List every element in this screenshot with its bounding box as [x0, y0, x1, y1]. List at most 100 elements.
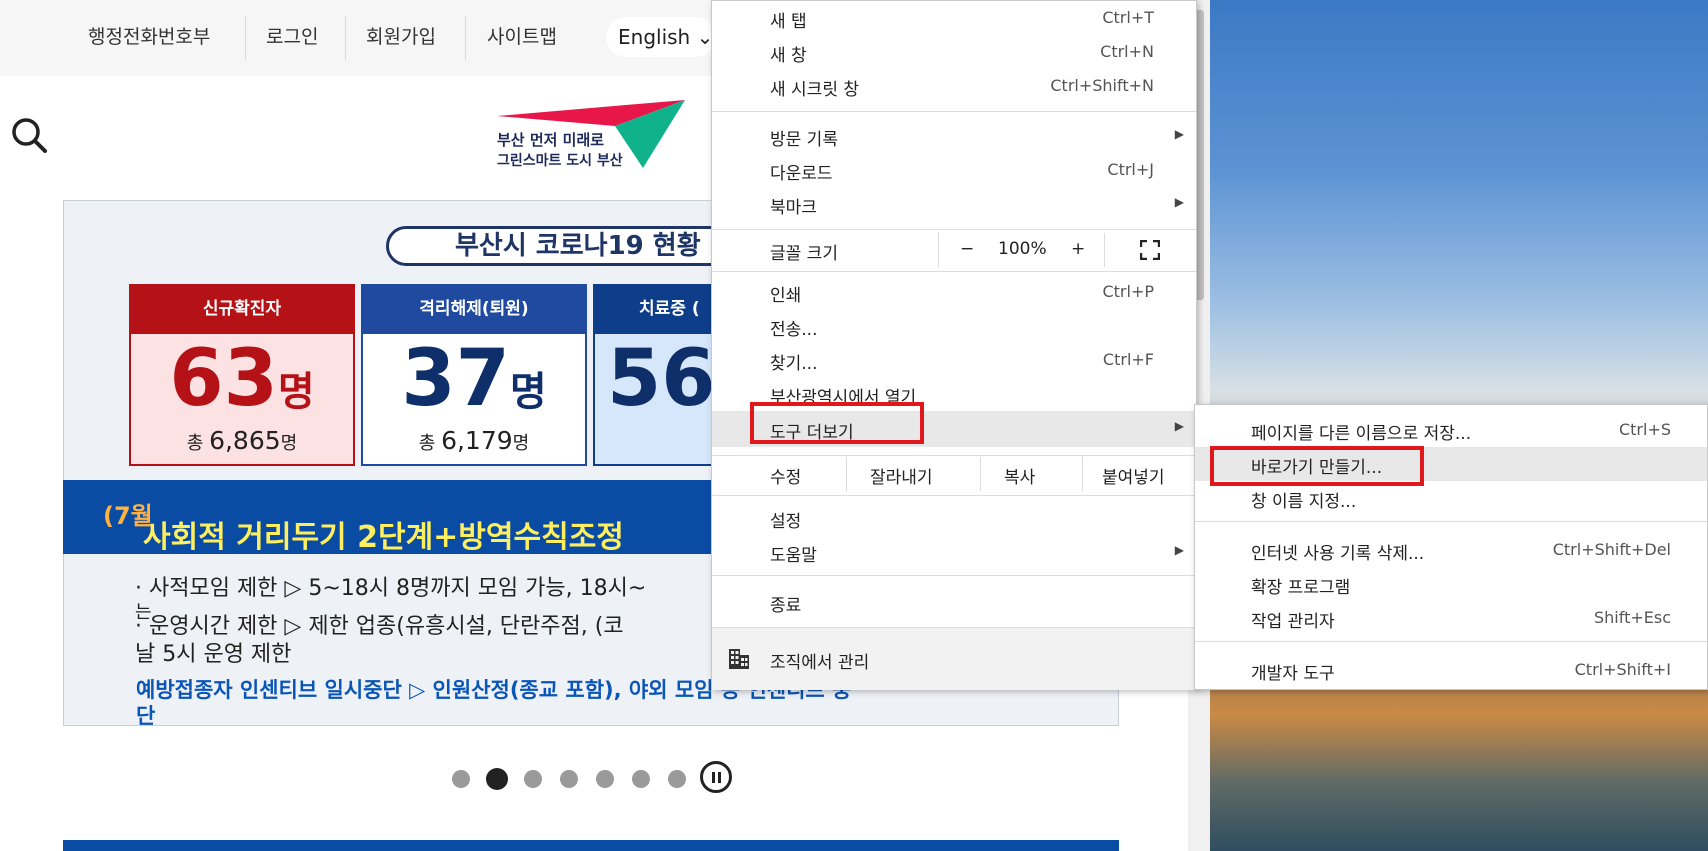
menu-label: 설정 — [770, 512, 802, 532]
menu-label: 페이지를 다른 이름으로 저장... — [1251, 424, 1472, 444]
submenu-save-as[interactable]: 페이지를 다른 이름으로 저장... Ctrl+S — [1195, 413, 1707, 447]
menu-settings[interactable]: 설정 — [712, 501, 1196, 535]
menu-label: 인쇄 — [770, 286, 802, 306]
menu-separator — [1195, 641, 1707, 642]
menu-label: 작업 관리자 — [1251, 612, 1335, 632]
menu-new-tab[interactable]: 새 탭 Ctrl+T — [712, 1, 1196, 35]
logo-slogan: 부산 먼저 미래로 — [497, 131, 605, 149]
menu-label: 개발자 도구 — [1251, 664, 1335, 684]
menu-separator — [712, 495, 1196, 496]
total-unit: 명 — [512, 433, 530, 454]
menu-exit[interactable]: 종료 — [712, 585, 1196, 619]
rule-line-2-cont: 날 5시 운영 제한 — [135, 642, 292, 667]
menu-label: 수정 — [770, 468, 802, 488]
login-link[interactable]: 로그인 — [266, 22, 318, 49]
zoom-level: 100% — [998, 239, 1047, 259]
edit-divider — [980, 457, 981, 491]
total-label: 총 — [418, 433, 436, 454]
submenu-task-manager[interactable]: 작업 관리자 Shift+Esc — [1195, 601, 1707, 635]
menu-bookmarks[interactable]: 북마크 ▶ — [712, 187, 1196, 221]
menu-history[interactable]: 방문 기록 ▶ — [712, 119, 1196, 153]
menu-label: 찾기... — [770, 354, 818, 374]
submenu-arrow-icon: ▶ — [1174, 195, 1184, 209]
menu-managed-by-org[interactable]: 조직에서 관리 — [712, 628, 1196, 690]
logo-subtitle: 그린스마트 도시 부산 — [497, 153, 623, 169]
cut-button[interactable]: 잘라내기 — [870, 463, 933, 488]
menu-separator — [712, 575, 1196, 576]
menu-separator — [712, 271, 1196, 272]
menu-label: 글꼴 크기 — [770, 244, 838, 264]
in-treatment-box: 치료중 ( 560 — [593, 284, 713, 466]
phonebook-link[interactable]: 행정전화번호부 — [88, 22, 210, 49]
menu-print[interactable]: 인쇄 Ctrl+P — [712, 275, 1196, 309]
total-unit: 명 — [280, 433, 298, 454]
slide-dot-5[interactable] — [596, 770, 614, 788]
bottom-section-bar — [63, 840, 1119, 851]
released-box: 격리해제(퇴원) 37명 총 6,179명 — [361, 284, 587, 466]
rule-line-1: · 사적모임 제한 ▷ 5~18시 8명까지 모임 가능, 18시~ — [135, 576, 647, 601]
slide-dot-2-active[interactable] — [486, 768, 508, 790]
menu-help[interactable]: 도움말 ▶ — [712, 535, 1196, 569]
menu-find[interactable]: 찾기... Ctrl+F — [712, 343, 1196, 377]
box-number: 560 — [607, 334, 713, 424]
submenu-arrow-icon: ▶ — [1174, 419, 1184, 433]
submenu-developer-tools[interactable]: 개발자 도구 Ctrl+Shift+I — [1195, 653, 1707, 687]
menu-shortcut: Ctrl+J — [1107, 160, 1154, 179]
menu-new-incognito[interactable]: 새 시크릿 창 Ctrl+Shift+N — [712, 69, 1196, 103]
menu-shortcut: Ctrl+T — [1102, 8, 1154, 27]
menu-shortcut: Ctrl+Shift+N — [1050, 76, 1154, 95]
submenu-clear-browsing-data[interactable]: 인터넷 사용 기록 삭제... Ctrl+Shift+Del — [1195, 533, 1707, 567]
box-unit: 명 — [277, 369, 315, 415]
menu-label: 새 시크릿 창 — [770, 80, 860, 100]
menu-separator — [712, 229, 1196, 230]
edit-divider — [846, 457, 847, 491]
box-heading: 치료중 ( — [595, 284, 711, 334]
menu-new-window[interactable]: 새 창 Ctrl+N — [712, 35, 1196, 69]
submenu-extensions[interactable]: 확장 프로그램 — [1195, 567, 1707, 601]
menu-cast[interactable]: 전송... — [712, 309, 1196, 343]
slide-dot-6[interactable] — [632, 770, 650, 788]
slide-dot-3[interactable] — [524, 770, 542, 788]
pause-icon[interactable] — [700, 761, 732, 793]
language-label: English — [618, 25, 691, 49]
language-select[interactable]: English ⌄ — [606, 17, 716, 57]
signup-link[interactable]: 회원가입 — [366, 22, 436, 49]
menu-label: 전송... — [770, 320, 818, 340]
menu-shortcut: Shift+Esc — [1593, 608, 1671, 627]
highlight-more-tools — [750, 402, 924, 444]
menu-edit-row: 수정 잘라내기 복사 붙여넣기 — [712, 457, 1196, 491]
zoom-out-button[interactable]: − — [960, 239, 974, 259]
search-icon[interactable] — [10, 116, 48, 154]
box-heading: 신규확진자 — [131, 284, 353, 334]
edit-divider — [1082, 457, 1083, 491]
new-cases-box: 신규확진자 63명 총 6,865명 — [129, 284, 355, 466]
menu-label: 방문 기록 — [770, 130, 838, 150]
divider — [465, 16, 466, 60]
submenu-name-window[interactable]: 창 이름 지정... — [1195, 481, 1707, 515]
menu-label: 종료 — [770, 596, 802, 616]
menu-label: 인터넷 사용 기록 삭제... — [1251, 544, 1425, 564]
submenu-arrow-icon: ▶ — [1174, 127, 1184, 141]
box-heading: 격리해제(퇴원) — [363, 284, 585, 334]
menu-label: 도움말 — [770, 546, 817, 566]
slide-dot-1[interactable] — [452, 770, 470, 788]
menu-label: 새 창 — [770, 46, 807, 66]
copy-button[interactable]: 복사 — [1004, 463, 1035, 488]
zoom-in-button[interactable]: + — [1071, 239, 1085, 259]
menu-downloads[interactable]: 다운로드 Ctrl+J — [712, 153, 1196, 187]
total-value: 6,179 — [441, 426, 513, 455]
menu-label: 북마크 — [770, 198, 817, 218]
menu-label: 창 이름 지정... — [1251, 492, 1357, 512]
menu-zoom-row: 글꼴 크기 − 100% + — [712, 233, 1196, 267]
slide-dot-7[interactable] — [668, 770, 686, 788]
menu-shortcut: Ctrl+N — [1100, 42, 1154, 61]
slide-dot-4[interactable] — [560, 770, 578, 788]
menu-shortcut: Ctrl+F — [1102, 350, 1154, 369]
divider — [345, 16, 346, 60]
submenu-arrow-icon: ▶ — [1174, 543, 1184, 557]
sitemap-link[interactable]: 사이트맵 — [487, 22, 557, 49]
zoom-divider — [938, 233, 939, 267]
paste-button[interactable]: 붙여넣기 — [1102, 463, 1165, 488]
menu-separator — [712, 111, 1196, 112]
fullscreen-icon[interactable] — [1140, 240, 1160, 260]
